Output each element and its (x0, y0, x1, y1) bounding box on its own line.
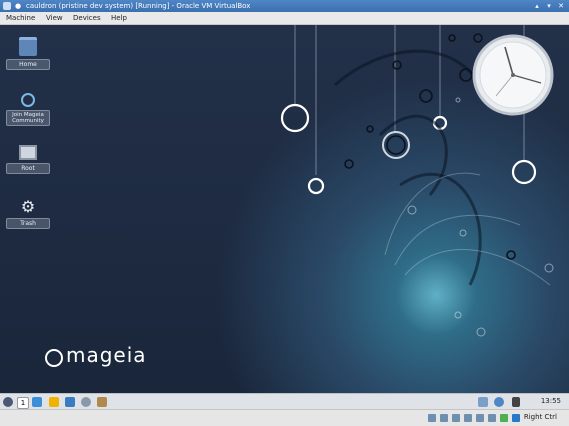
vbox-menubar: Machine View Devices Help (0, 12, 569, 25)
mageia-cauldron-icon (45, 349, 63, 367)
package-manager-icon[interactable] (49, 397, 59, 407)
shared-folders-icon[interactable] (488, 414, 496, 422)
mageia-community-icon (21, 93, 35, 107)
clipboard-icon[interactable] (478, 397, 488, 407)
desktop-icon-home[interactable]: Home (6, 37, 50, 70)
mouse-integration-icon[interactable] (500, 414, 508, 422)
system-settings-icon[interactable] (32, 397, 42, 407)
network-adapter-icon[interactable] (464, 414, 472, 422)
panel-clock[interactable]: 13:55 (541, 397, 561, 405)
keyboard-capture-icon[interactable] (512, 414, 520, 422)
network-status-icon[interactable] (494, 397, 504, 407)
optical-drive-icon[interactable] (440, 414, 448, 422)
guest-desktop[interactable]: Home Join Mageia Community Root ⚙ Trash … (0, 25, 569, 393)
desktop-icon-label: Join Mageia Community (6, 110, 50, 126)
menu-devices[interactable]: Devices (73, 12, 101, 24)
vbox-statusbar: Right Ctrl (0, 409, 569, 426)
window-titlebar[interactable]: ● cauldron (pristine dev system) [Runnin… (0, 0, 569, 12)
audio-icon[interactable] (452, 414, 460, 422)
desktop-icon-root[interactable]: Root (6, 145, 50, 174)
home-folder-icon (19, 37, 37, 56)
workspace-switcher[interactable]: 1 (17, 397, 29, 409)
desktop-icon-label: Trash (6, 218, 50, 229)
desktop-icon-join-community[interactable]: Join Mageia Community (6, 89, 50, 126)
menu-view[interactable]: View (46, 12, 63, 24)
close-icon[interactable]: ✕ (557, 2, 565, 10)
start-menu-icon[interactable] (3, 397, 13, 407)
file-manager-icon[interactable] (65, 397, 75, 407)
network-icon[interactable] (81, 397, 91, 407)
usb-icon[interactable] (476, 414, 484, 422)
desktop-icon-label: Root (6, 163, 50, 174)
desktop-icon-label: Home (6, 59, 50, 70)
brand-text: mageia (66, 343, 147, 367)
guest-taskbar: 1 13:55 (0, 393, 569, 410)
hard-disk-icon[interactable] (428, 414, 436, 422)
menu-help[interactable]: Help (111, 12, 127, 24)
maximize-icon[interactable]: ▾ (545, 2, 553, 10)
window-title: cauldron (pristine dev system) [Running]… (26, 2, 251, 10)
computer-icon (19, 145, 37, 160)
clock-widget (472, 34, 554, 116)
tools-icon[interactable] (97, 397, 107, 407)
gear-icon: ⚙ (20, 197, 36, 216)
wallpaper-decoration (280, 25, 554, 337)
volume-icon[interactable] (512, 397, 520, 407)
virtualbox-icon (3, 2, 11, 10)
minimize-icon[interactable]: ▴ (533, 2, 541, 10)
desktop-icon-trash[interactable]: ⚙ Trash (6, 199, 50, 229)
window-menu-icon[interactable]: ● (14, 2, 22, 10)
menu-machine[interactable]: Machine (6, 12, 35, 24)
host-key-label: Right Ctrl (523, 413, 557, 421)
